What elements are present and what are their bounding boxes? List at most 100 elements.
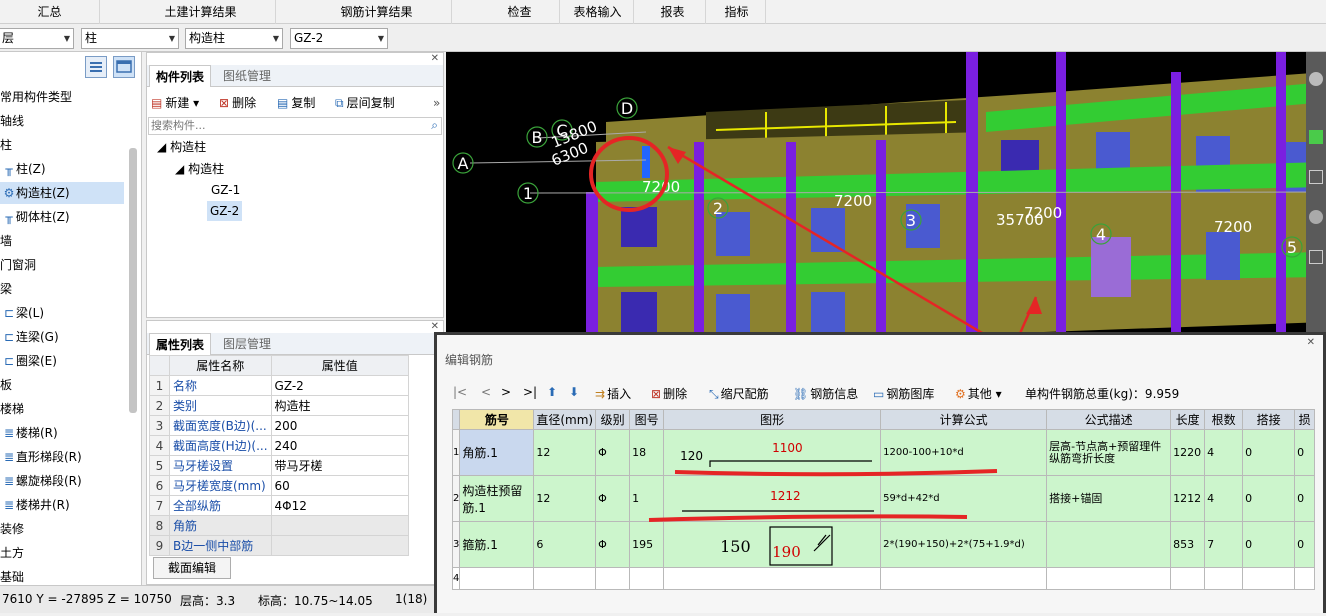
property-row[interactable]: 4 截面高度(H边)(... 240 <box>149 435 410 456</box>
tree-item[interactable]: 板 <box>0 374 124 396</box>
tree-leaf-gz2[interactable]: GZ-2 <box>207 201 243 221</box>
tab-property-list[interactable]: 属性列表 <box>149 333 212 355</box>
tree-item[interactable]: ⊏ 连梁(G) <box>0 326 124 348</box>
property-cell-n: 8 <box>149 515 170 536</box>
menu-rebar-result[interactable]: 钢筋计算结果 <box>302 0 452 24</box>
component-search-input[interactable]: 搜索构件... <box>148 117 442 135</box>
tree-item[interactable]: 梁 <box>0 278 124 300</box>
tree-item[interactable]: ⊏ 梁(L) <box>0 302 124 324</box>
box-icon[interactable] <box>1309 170 1323 184</box>
menu-report[interactable]: 报表 <box>640 0 706 24</box>
property-cell-v[interactable]: 200 <box>270 415 410 436</box>
property-cell-v[interactable] <box>270 515 410 536</box>
tree-leaf-gz1[interactable]: GZ-1 <box>211 180 240 200</box>
property-row[interactable]: 9 B边一侧中部筋 <box>149 535 410 556</box>
tree-item[interactable]: ≣ 直形梯段(R) <box>0 446 124 468</box>
property-cell-k: B边一侧中部筋 <box>169 535 272 556</box>
close-icon[interactable]: ✕ <box>431 53 439 64</box>
floor-copy-icon: ⧉ <box>335 96 344 110</box>
dim-7200-c: 7200 <box>1024 204 1062 222</box>
tree-item[interactable]: 柱 <box>0 134 124 156</box>
floor-select[interactable]: 层 ▼ <box>0 28 74 49</box>
tree-item[interactable]: 土方 <box>0 542 124 564</box>
expand-triangle-icon: ◢ <box>175 162 185 176</box>
tree-item[interactable]: ≣ 螺旋梯段(R) <box>0 470 124 492</box>
menu-index[interactable]: 指标 <box>708 0 766 24</box>
green-layer-icon[interactable] <box>1309 130 1323 144</box>
close-icon[interactable]: ✕ <box>431 321 439 332</box>
status-coordinates: 7610 Y = -27895 Z = 10750 <box>2 592 172 606</box>
property-cell-v[interactable]: 带马牙槎 <box>270 455 410 476</box>
element-select[interactable]: GZ-2 ▼ <box>290 28 388 49</box>
property-row[interactable]: 7 全部纵筋 4Φ12 <box>149 495 410 516</box>
tab-drawing-management[interactable]: 图纸管理 <box>217 65 277 87</box>
property-row[interactable]: 3 截面宽度(B边)(... 200 <box>149 415 410 436</box>
window <box>621 292 657 332</box>
copy-button[interactable]: ▤ 复制 <box>277 93 315 113</box>
tree-node-root[interactable]: ◢ 构造柱 <box>157 137 206 157</box>
tree-node-child[interactable]: ◢ 构造柱 <box>175 159 224 179</box>
tree-scrollbar[interactable] <box>129 148 137 413</box>
status-page: 1(18) <box>395 592 428 606</box>
property-cell-n: 2 <box>149 395 170 416</box>
delete-icon: ⊠ <box>219 96 230 110</box>
property-row[interactable]: 1 名称 GZ-2 <box>149 375 410 396</box>
tree-item[interactable]: 墙 <box>0 230 124 252</box>
category-select[interactable]: 柱 ▼ <box>81 28 179 49</box>
annotation-underline-2 <box>648 514 968 522</box>
tree-item-label: 楼梯(R) <box>16 426 58 440</box>
menu-civil-result[interactable]: 土建计算结果 <box>126 0 276 24</box>
tab-component-list[interactable]: 构件列表 <box>149 65 212 87</box>
menu-table-input[interactable]: 表格输入 <box>562 0 634 24</box>
floor-copy-button[interactable]: ⧉ 层间复制 <box>335 93 395 113</box>
tree-item[interactable]: 装修 <box>0 518 124 540</box>
tree-item[interactable]: ⚙ 构造柱(Z) <box>0 182 124 204</box>
highlighted-column <box>642 146 650 178</box>
property-row[interactable]: 5 马牙槎设置 带马牙槎 <box>149 455 410 476</box>
element-select-value: GZ-2 <box>294 31 324 45</box>
new-button[interactable]: ▤ 新建 ▾ <box>151 93 199 113</box>
list-view-icon[interactable] <box>85 56 107 78</box>
tree-item[interactable]: ≣ 楼梯井(R) <box>0 494 124 516</box>
pin-icon[interactable] <box>1309 210 1323 224</box>
window <box>1206 232 1240 280</box>
stair-icon: ≣ <box>3 474 15 488</box>
tree-item[interactable]: ≣ 楼梯(R) <box>0 422 124 444</box>
search-icon[interactable]: ⌕ <box>431 118 438 133</box>
new-label: 新建 <box>165 96 190 110</box>
tree-item[interactable]: 轴线 <box>0 110 124 132</box>
property-row[interactable]: 8 角筋 <box>149 515 410 536</box>
property-cell-v[interactable]: GZ-2 <box>270 375 410 396</box>
menu-summary[interactable]: 汇总 <box>0 0 100 24</box>
menu-check[interactable]: 检查 <box>480 0 560 24</box>
tree-item[interactable]: ╥ 柱(Z) <box>0 158 124 180</box>
tree-item[interactable]: ⊏ 圈梁(E) <box>0 350 124 372</box>
section-edit-button[interactable]: 截面编辑 <box>153 557 231 579</box>
chevron-down-icon: ▼ <box>168 34 175 43</box>
tree-item[interactable]: 门窗洞 <box>0 254 124 276</box>
tree-item[interactable]: ╥ 砌体柱(Z) <box>0 206 124 228</box>
delete-button[interactable]: ⊠ 删除 <box>219 93 256 113</box>
beam-icon: ⊏ <box>3 354 15 368</box>
property-row[interactable]: 2 类别 构造柱 <box>149 395 410 416</box>
property-cell-v[interactable]: 构造柱 <box>270 395 410 416</box>
tree-item-label: 直形梯段(R) <box>16 450 82 464</box>
status-bar: 7610 Y = -27895 Z = 10750 层高：3.3 标高：10.7… <box>0 585 446 613</box>
property-row[interactable]: 6 马牙槎宽度(mm) 60 <box>149 475 410 496</box>
3d-viewport[interactable]: A B C D 1 2 3 4 5 13800 6300 7200 7200 3… <box>446 52 1326 334</box>
tree-view-icon[interactable] <box>113 56 135 78</box>
grid-icon[interactable] <box>1309 250 1323 264</box>
tree-item[interactable]: 楼梯 <box>0 398 124 420</box>
type-select[interactable]: 构造柱 ▼ <box>185 28 283 49</box>
tab-layer-management[interactable]: 图层管理 <box>217 333 277 355</box>
orbit-icon[interactable] <box>1309 72 1323 86</box>
tree-node-root-label: 构造柱 <box>170 140 207 154</box>
more-toolbar-icon[interactable]: » <box>433 93 440 113</box>
tree-item[interactable]: 常用构件类型 <box>0 86 124 108</box>
property-cell-v[interactable]: 240 <box>270 435 410 456</box>
view-tool-strip[interactable] <box>1306 52 1326 334</box>
tree-item-label: 板 <box>0 378 13 392</box>
property-cell-v[interactable] <box>270 535 410 556</box>
property-cell-v[interactable]: 4Φ12 <box>270 495 410 516</box>
property-cell-v[interactable]: 60 <box>270 475 410 496</box>
